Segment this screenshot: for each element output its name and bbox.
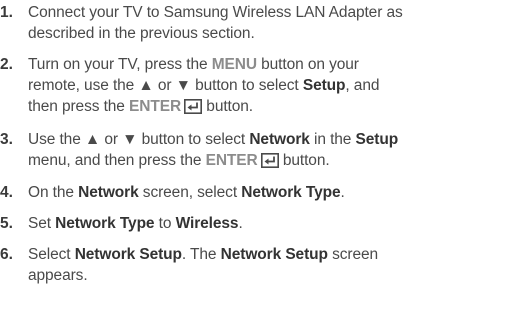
- setup-label: Setup: [302, 77, 346, 94]
- step-line: menu, and then press the ENTER button.: [28, 150, 525, 174]
- step-text: Connect your TV to Samsung Wireless LAN …: [28, 2, 525, 44]
- step-text-segment: Select: [28, 246, 75, 263]
- step-text-segment: button on your: [256, 56, 359, 73]
- step-number: 1.: [0, 4, 13, 21]
- step-text: Turn on your TV, press the MENU button o…: [28, 54, 525, 120]
- step-line: remote, use the ▲ or ▼ button to select …: [28, 75, 525, 96]
- step-text-segment: . The: [181, 246, 221, 263]
- step-text-segment: .: [238, 215, 243, 232]
- network-label: Network: [78, 184, 139, 201]
- step-text-segment: button.: [278, 152, 330, 169]
- step-text-segment: Use the ▲ or ▼ button to select: [28, 131, 250, 148]
- step-text: Use the ▲ or ▼ button to select Network …: [28, 129, 525, 174]
- network-label: Network: [249, 131, 310, 148]
- step-line: Turn on your TV, press the MENU button o…: [28, 54, 525, 75]
- step-line: Connect your TV to Samsung Wireless LAN …: [28, 2, 525, 23]
- step-text: On the Network screen, select Network Ty…: [28, 182, 525, 203]
- step-number: 2.: [0, 56, 13, 73]
- step-number: 3.: [0, 131, 13, 148]
- enter-return-icon: [184, 99, 203, 120]
- network-type-label: Network Type: [55, 215, 155, 232]
- step-line: described in the previous section.: [28, 23, 525, 44]
- menu-button-label: MENU: [211, 56, 257, 73]
- step-line: Use the ▲ or ▼ button to select Network …: [28, 129, 525, 150]
- network-setup-label: Network Setup: [74, 246, 182, 263]
- step-text-segment: menu, and then press the: [28, 152, 206, 169]
- step-text-segment: .: [340, 184, 345, 201]
- step-text-segment: screen: [327, 246, 379, 263]
- step-number: 6.: [0, 246, 13, 263]
- step-text-segment: , and: [345, 77, 380, 94]
- step-number: 5.: [0, 215, 13, 232]
- network-type-label: Network Type: [241, 184, 341, 201]
- enter-button-label: ENTER: [129, 98, 182, 115]
- enter-return-icon: [260, 153, 279, 174]
- enter-button-label: ENTER: [205, 152, 258, 169]
- step-line: Select Network Setup. The Network Setup …: [28, 244, 525, 265]
- step-text-segment: Set: [28, 215, 56, 232]
- step-text-segment: screen, select: [138, 184, 242, 201]
- step-text-segment: button.: [202, 98, 254, 115]
- step-text-segment: remote, use the ▲ or ▼ button to select: [28, 77, 303, 94]
- step-text-segment: appears.: [28, 267, 88, 284]
- step-text-segment: then press the: [28, 98, 130, 115]
- step-text-segment: Connect your TV to Samsung Wireless LAN …: [28, 4, 403, 21]
- wireless-label: Wireless: [175, 215, 239, 232]
- step-text-segment: to: [154, 215, 176, 232]
- step-line: then press the ENTER button.: [28, 96, 525, 120]
- step-text-segment: described in the previous section.: [28, 25, 255, 42]
- step-line: appears.: [28, 265, 525, 286]
- step-text-segment: On the: [28, 184, 79, 201]
- step-line: Set Network Type to Wireless.: [28, 213, 525, 234]
- step-text-segment: in the: [309, 131, 356, 148]
- step-line: On the Network screen, select Network Ty…: [28, 182, 525, 203]
- setup-label: Setup: [355, 131, 399, 148]
- step-text-segment: Turn on your TV, press the: [28, 56, 212, 73]
- network-setup-label: Network Setup: [220, 246, 328, 263]
- step-text: Set Network Type to Wireless.: [28, 213, 525, 234]
- step-number: 4.: [0, 184, 13, 201]
- step-text: Select Network Setup. The Network Setup …: [28, 244, 525, 286]
